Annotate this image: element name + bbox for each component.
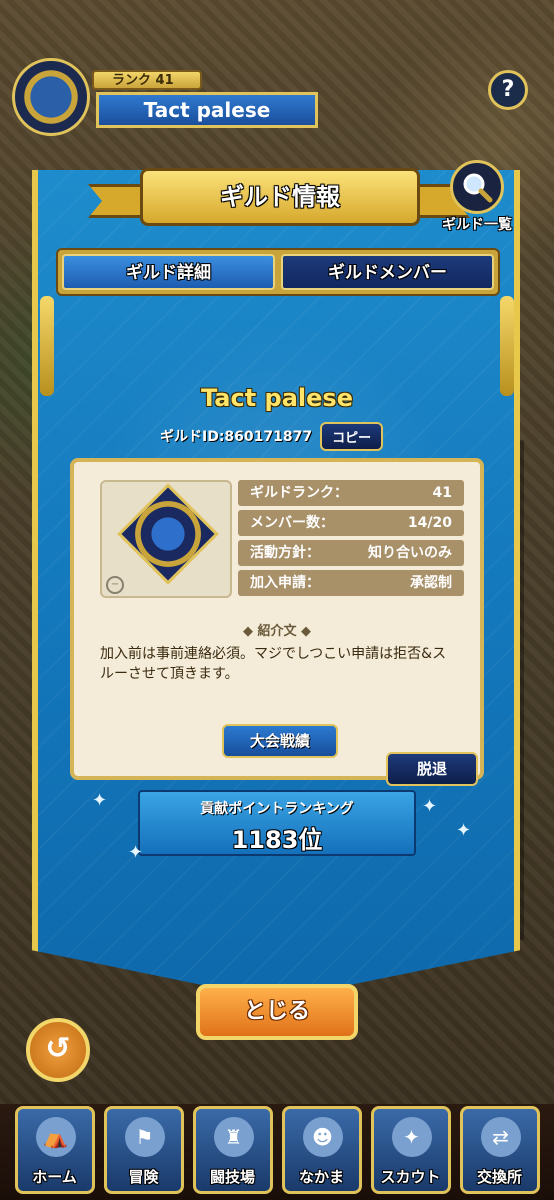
- stat-value: 14/20: [407, 515, 452, 531]
- nav-label: ホーム: [32, 1168, 77, 1186]
- guild-list-button[interactable]: ギルド一覧: [432, 160, 522, 240]
- exchange-icon: ⇄: [480, 1117, 521, 1157]
- stat-value: 41: [432, 485, 452, 501]
- nav-scout[interactable]: ✦ スカウト: [370, 1106, 451, 1194]
- leave-guild-button[interactable]: 脱退: [386, 752, 478, 786]
- wagon-icon: ⚑: [124, 1117, 165, 1157]
- contribution-ranking: 貢献ポイントランキング 1183位: [138, 790, 416, 856]
- nav-label: 交換所: [476, 1168, 522, 1186]
- sparkle-icon: ✦: [456, 820, 472, 841]
- copy-button[interactable]: コピー: [320, 421, 384, 451]
- tournament-results-button[interactable]: 大会戦績: [222, 724, 338, 758]
- nav-adventure[interactable]: ⚑ 冒険: [103, 1106, 184, 1194]
- stat-row-policy: 活動方針： 知り合いのみ: [238, 540, 464, 566]
- zoom-icon: −: [106, 576, 124, 594]
- stat-label: メンバー数：: [250, 515, 334, 531]
- sparkle-icon: ✦: [128, 842, 144, 863]
- stat-label: 活動方針：: [250, 545, 320, 561]
- guild-list-label: ギルド一覧: [442, 217, 512, 233]
- nav-companions[interactable]: ☻ なかま: [281, 1106, 362, 1194]
- dialog-title: ギルド情報: [140, 168, 420, 226]
- tassel-left: [40, 296, 54, 396]
- monsters-icon: ☻: [302, 1117, 343, 1157]
- ranking-label: 貢献ポイントランキング: [200, 801, 354, 817]
- intro-header: ◆ 紹介文 ◆: [242, 624, 312, 639]
- guild-emblem-large-icon: [117, 483, 219, 585]
- nav-label: 闘技場: [209, 1168, 255, 1186]
- back-button[interactable]: ↺: [26, 1018, 90, 1082]
- guild-id: ギルドID:860171877: [160, 429, 313, 445]
- close-button[interactable]: とじる: [196, 984, 358, 1040]
- guild-stats: ギルドランク： 41 メンバー数： 14/20 活動方針： 知り合いのみ 加入申…: [238, 480, 464, 600]
- stat-label: 加入申請：: [250, 575, 320, 591]
- nav-label: なかま: [298, 1168, 344, 1186]
- scrollbar[interactable]: [520, 440, 524, 940]
- tab-guild-members[interactable]: ギルドメンバー: [281, 254, 494, 290]
- stat-row-members: メンバー数： 14/20: [238, 510, 464, 536]
- sparkle-icon: ✦: [92, 790, 108, 811]
- guild-emblem-box[interactable]: −: [100, 480, 232, 598]
- stat-label: ギルドランク：: [250, 485, 348, 501]
- nav-label: スカウト: [380, 1168, 441, 1186]
- stat-row-rank: ギルドランク： 41: [238, 480, 464, 506]
- stat-row-application: 加入申請： 承認制: [238, 570, 464, 596]
- nav-exchange[interactable]: ⇄ 交換所: [459, 1106, 540, 1194]
- guild-id-row: ギルドID:860171877 コピー: [160, 421, 420, 451]
- nav-label: 冒険: [128, 1168, 159, 1186]
- back-arrow-icon: ↺: [45, 1031, 71, 1066]
- nav-home[interactable]: ⛺ ホーム: [14, 1106, 95, 1194]
- tent-icon: ⛺: [35, 1117, 76, 1157]
- tassel-right: [500, 296, 514, 396]
- ranking-value: 1183位: [231, 826, 323, 854]
- bottom-navigation: ⛺ ホーム ⚑ 冒険 ♜ 闘技場 ☻ なかま ✦ スカウト ⇄ 交換所: [0, 1104, 554, 1200]
- nav-arena[interactable]: ♜ 闘技場: [192, 1106, 273, 1194]
- help-button[interactable]: ?: [488, 70, 528, 110]
- guild-emblem-icon[interactable]: [12, 58, 90, 136]
- castle-icon: ♜: [213, 1117, 254, 1157]
- scout-icon: ✦: [391, 1117, 432, 1157]
- sparkle-icon: ✦: [422, 796, 438, 817]
- magnifier-icon: [450, 160, 504, 214]
- guild-info-panel: − ギルドランク： 41 メンバー数： 14/20 活動方針： 知り合いのみ 加…: [70, 458, 484, 786]
- tab-guild-details[interactable]: ギルド詳細: [62, 254, 275, 290]
- stat-value: 承認制: [410, 575, 452, 591]
- player-name: Tact palese: [96, 92, 318, 128]
- player-rank: ランク 41: [92, 70, 202, 90]
- intro-text: 加入前は事前連絡必須。マジでしつこい申請は拒否&スルーさせて頂きます。: [100, 646, 447, 682]
- tab-bar: ギルド詳細 ギルドメンバー: [56, 248, 500, 296]
- guild-name: Tact palese: [201, 384, 353, 412]
- stat-value: 知り合いのみ: [368, 545, 452, 561]
